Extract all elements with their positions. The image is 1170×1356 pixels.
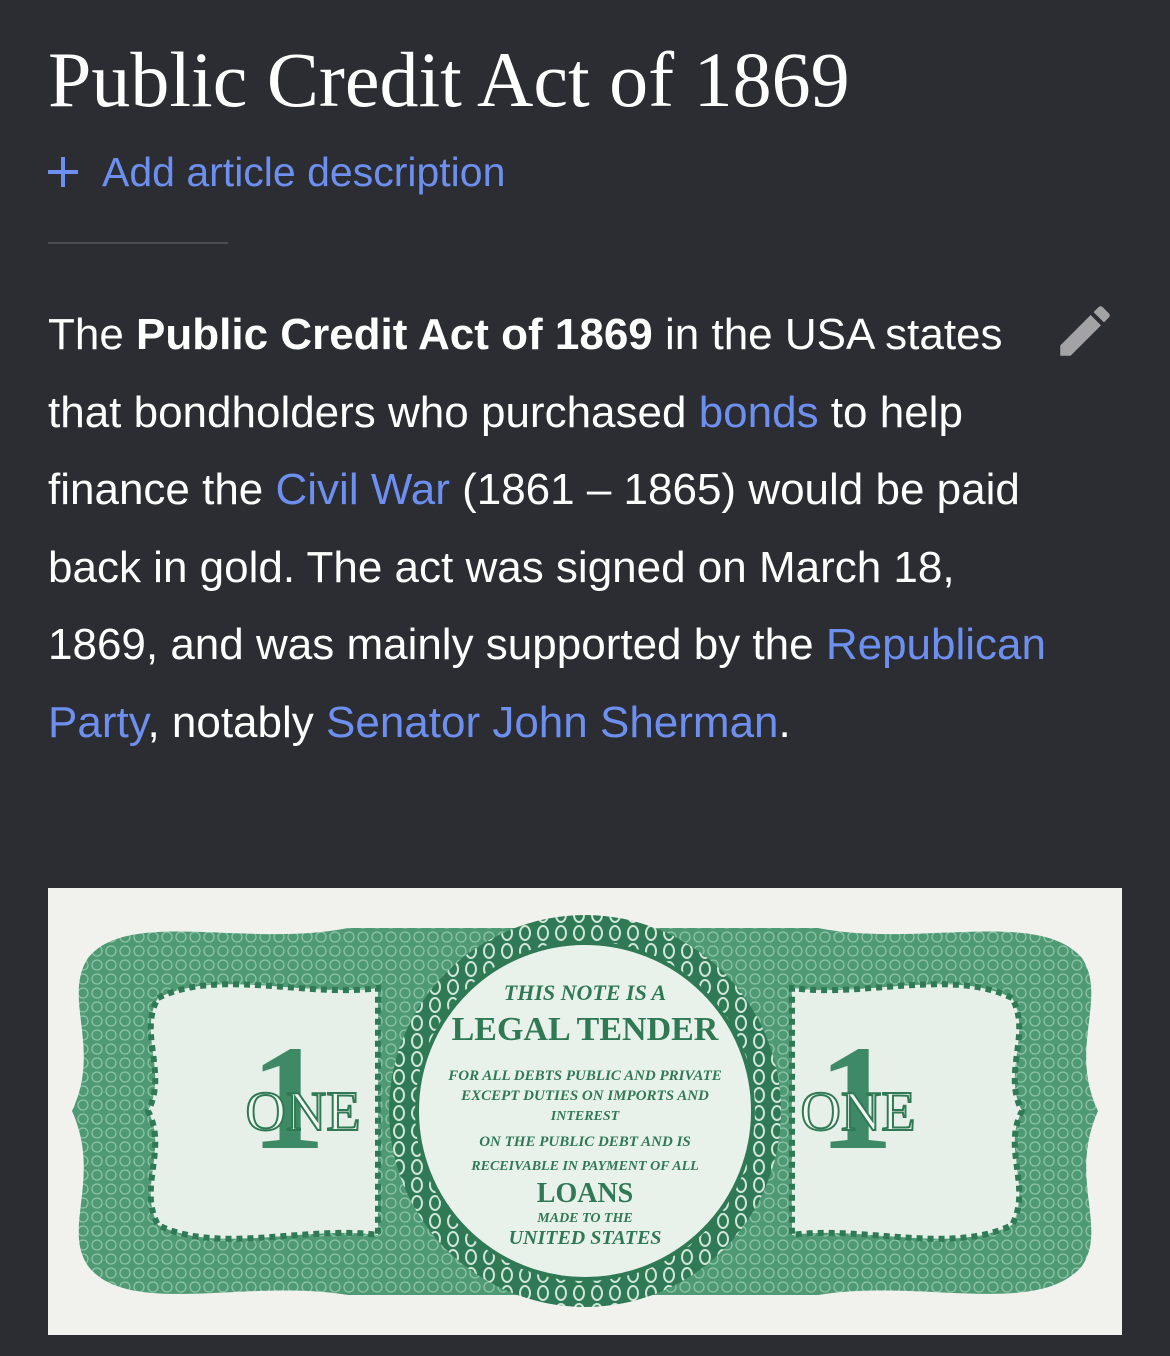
article-lead-paragraph: The Public Credit Act of 1869 in the USA…: [48, 296, 1068, 761]
left-denomination: ONE: [245, 1081, 360, 1143]
seal-line-5: INTEREST: [550, 1109, 621, 1124]
seal-line-3: FOR ALL DEBTS PUBLIC AND PRIVATE: [447, 1068, 722, 1084]
right-denomination: ONE: [800, 1081, 915, 1143]
para-text-5: , notably: [147, 697, 326, 747]
seal-line-4: EXCEPT DUTIES ON IMPORTS AND: [460, 1088, 709, 1104]
link-senator-john-sherman[interactable]: Senator John Sherman: [326, 698, 779, 747]
para-text-6: .: [778, 697, 791, 747]
plus-icon: [48, 157, 78, 187]
seal-line-7: RECEIVABLE IN PAYMENT OF ALL: [470, 1159, 698, 1174]
banknote-graphic: 1 ONE 1 ONE THIS NOTE IS A LEGAL TENDER …: [72, 915, 1098, 1307]
seal-line-9: MADE TO THE: [536, 1211, 632, 1226]
add-article-description-link[interactable]: Add article description: [48, 144, 505, 200]
add-description-label: Add article description: [102, 148, 506, 195]
seal-line-10: UNITED STATES: [509, 1227, 662, 1249]
seal-line-2: LEGAL TENDER: [452, 1011, 719, 1048]
seal-line-1: THIS NOTE IS A: [504, 980, 666, 1005]
para-text-1: The: [48, 310, 137, 359]
link-bonds[interactable]: bonds: [699, 388, 819, 437]
bold-article-name: Public Credit Act of 1869: [136, 310, 653, 359]
article-title: Public Credit Act of 1869: [48, 36, 850, 123]
banknote-image[interactable]: 1 ONE 1 ONE THIS NOTE IS A LEGAL TENDER …: [48, 888, 1122, 1335]
seal-line-8: LOANS: [537, 1178, 633, 1209]
link-civil-war[interactable]: Civil War: [276, 465, 450, 514]
seal-line-6: ON THE PUBLIC DEBT AND IS: [479, 1134, 691, 1150]
title-divider: [48, 242, 228, 244]
